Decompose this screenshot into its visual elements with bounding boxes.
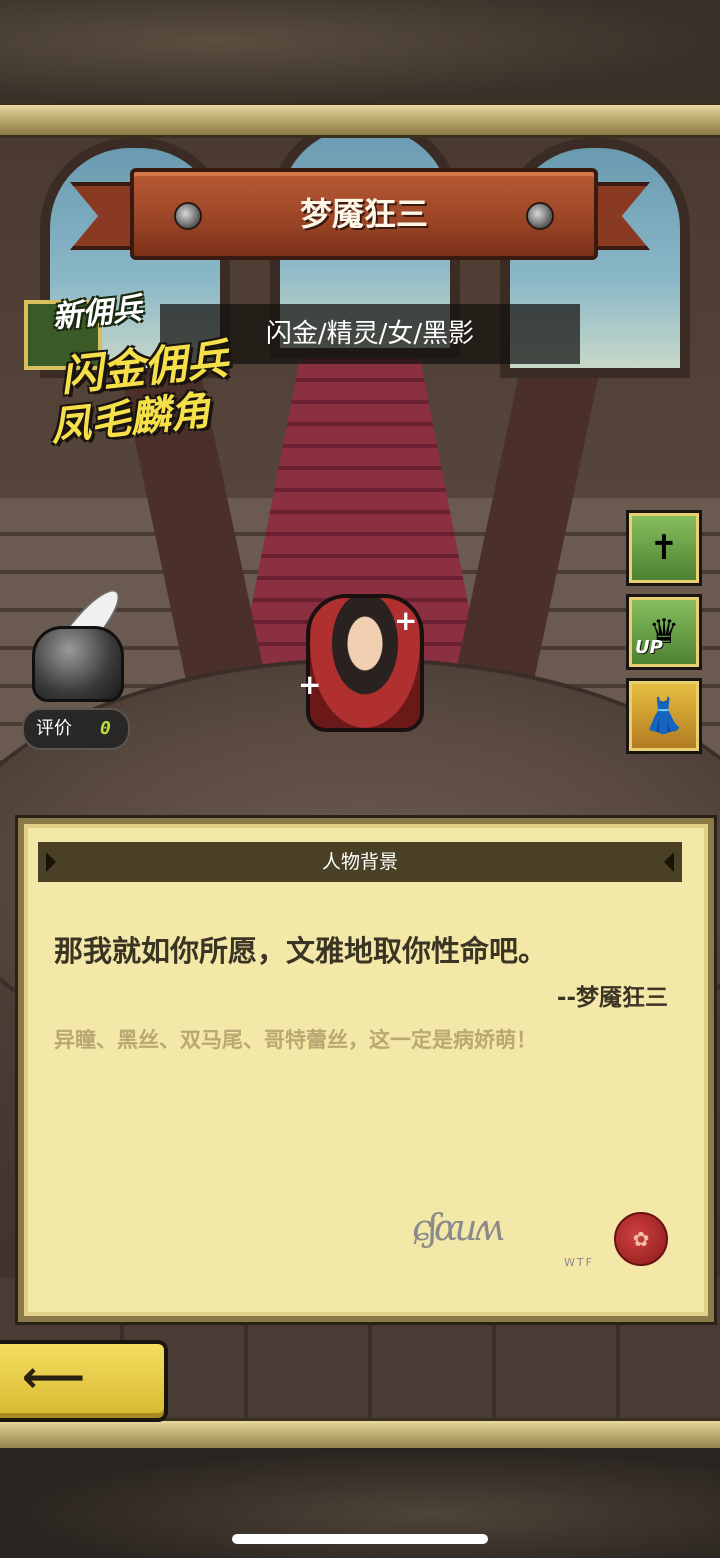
ink-bottle xyxy=(32,626,124,702)
sparkle-icon: + xyxy=(298,668,322,701)
dress-button[interactable]: 👗 xyxy=(626,678,702,754)
banner-ribbon: 梦魇狂三 xyxy=(130,168,598,260)
character-quote: 那我就如你所愿，文雅地取你性命吧。 xyxy=(54,934,548,968)
new-mercenary-promo[interactable]: 新佣兵 闪金佣兵 凤毛麟角 xyxy=(20,286,260,466)
signature-scribble: ɕʃɑuʍ xyxy=(412,1208,504,1249)
crown-up-button[interactable]: ♛ UP xyxy=(626,594,702,670)
inkpot-icon[interactable] xyxy=(32,576,162,706)
back-arrow-icon: ⟵ xyxy=(22,1352,86,1403)
character-background-panel: 人物背景 那我就如你所愿，文雅地取你性命吧。 --梦魇狂三 异瞳、黑丝、双马尾、… xyxy=(18,818,714,1322)
signature-caption: WTF xyxy=(564,1256,594,1269)
sparkle-icon: + xyxy=(394,604,418,637)
character-description: 异瞳、黑丝、双马尾、哥特蕾丝，这一定是病娇萌！ xyxy=(54,1028,537,1052)
home-indicator[interactable] xyxy=(232,1534,488,1544)
rating-value: 0 xyxy=(100,718,111,739)
rating-badge[interactable]: 评价 0 xyxy=(22,708,130,750)
character-name: 梦魇狂三 xyxy=(299,195,428,233)
top-frame-bar xyxy=(0,102,720,138)
top-map-backdrop xyxy=(0,0,720,104)
cross-button[interactable]: ✝ xyxy=(626,510,702,586)
cross-icon: ✝ xyxy=(649,528,679,568)
name-banner: 梦魇狂三 xyxy=(70,168,650,278)
back-button[interactable]: ⟵ xyxy=(0,1340,168,1422)
mercenary-detail-screen: 梦魇狂三 闪金/精灵/女/黑影 新佣兵 闪金佣兵 凤毛麟角 评价 0 + + ✝… xyxy=(0,0,720,1558)
wax-seal-icon: ✿ xyxy=(614,1212,668,1266)
quote-author: --梦魇狂三 xyxy=(556,985,668,1011)
promo-new-label: 新佣兵 xyxy=(50,291,144,336)
panel-header: 人物背景 xyxy=(38,842,682,882)
panel-title: 人物背景 xyxy=(321,851,398,873)
up-label: UP xyxy=(635,637,663,658)
character-sprite[interactable]: + + xyxy=(296,584,426,734)
dress-icon: 👗 xyxy=(642,696,686,736)
rating-label: 评价 xyxy=(36,718,72,739)
